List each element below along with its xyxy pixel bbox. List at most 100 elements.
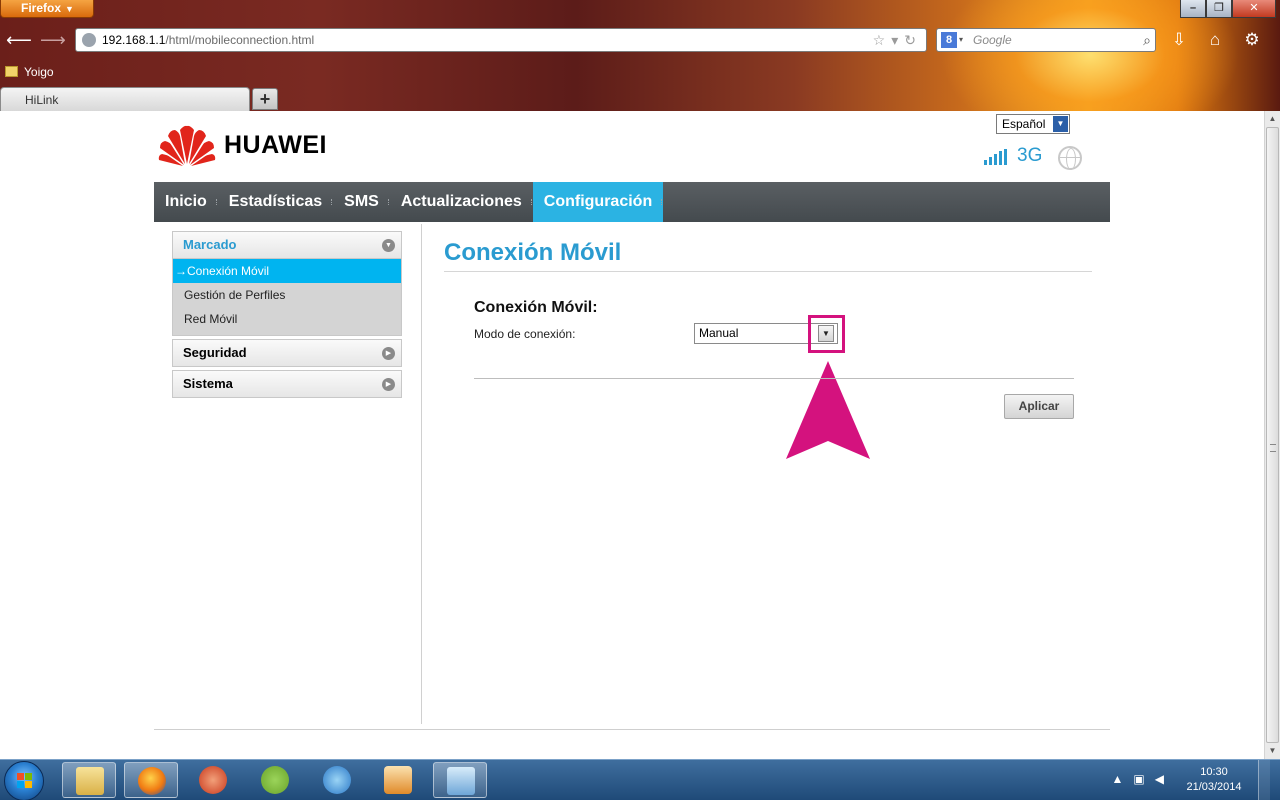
search-input[interactable]: 8 ▾ Google ⌕ [936, 28, 1156, 52]
ccleaner-icon [199, 766, 227, 794]
close-icon[interactable]: ✕ [1232, 0, 1276, 18]
scroll-up-icon[interactable]: ▲ [1265, 111, 1280, 127]
form-divider [474, 378, 1074, 379]
language-select[interactable]: Español ▼ [996, 114, 1070, 134]
page-title: Conexión Móvil [444, 239, 622, 266]
reload-icon[interactable]: ↻ [904, 32, 922, 48]
tray-icons: ▲▣◀ [1112, 772, 1174, 786]
address-bar[interactable]: 192.168.1.1/html/mobileconnection.html ☆… [75, 28, 927, 52]
huawei-petals-icon [158, 125, 216, 166]
clock-date: 21/03/2014 [1186, 781, 1242, 793]
bookmark-yoigo[interactable]: Yoigo [24, 65, 54, 79]
signal-strength-icon [984, 149, 1010, 165]
chevron-up-icon[interactable]: ▲ [1112, 772, 1134, 786]
search-placeholder: Google [973, 33, 1012, 47]
new-tab-button[interactable]: + [252, 88, 278, 110]
forward-icon[interactable]: ⟶ [40, 29, 66, 53]
sidebar-item-conexion-movil[interactable]: →Conexión Móvil [173, 259, 401, 283]
taskbar-ccleaner[interactable] [186, 762, 240, 798]
firefox-icon [138, 767, 166, 795]
sidebar-group-seguridad[interactable]: Seguridad ▶ [172, 339, 402, 367]
chevron-down-icon[interactable]: ▾ [959, 29, 963, 51]
taskbar-spotify[interactable] [248, 762, 302, 798]
search-icon[interactable]: ⌕ [1143, 29, 1151, 51]
taskbar-firefox[interactable] [124, 762, 178, 798]
google-icon[interactable]: 8 [941, 32, 957, 48]
network-icon[interactable]: ▣ [1133, 772, 1154, 786]
scrollbar-thumb[interactable] [1266, 127, 1279, 743]
vertical-scrollbar[interactable]: ▲ ▼ [1264, 111, 1280, 759]
restore-icon[interactable]: ❐ [1206, 0, 1232, 18]
taskbar-explorer[interactable] [62, 762, 116, 798]
control-panel-icon [447, 767, 475, 795]
firefox-menu-button[interactable]: Firefox ▼ [0, 0, 94, 18]
title-divider [444, 271, 1092, 272]
minimize-icon[interactable]: – [1180, 0, 1206, 18]
language-value: Español [1002, 117, 1046, 131]
start-button[interactable] [4, 761, 44, 800]
navigation-toolbar: ⟵ ⟶ 192.168.1.1/html/mobileconnection.ht… [0, 25, 1280, 55]
sidebar-item-red-movil[interactable]: Red Móvil [173, 307, 401, 331]
main-menu: Inicio Estadísticas SMS Actualizaciones … [154, 182, 1110, 222]
column-divider [421, 224, 422, 724]
volume-icon[interactable]: ◀ [1155, 772, 1174, 786]
clock-time: 10:30 [1200, 766, 1228, 778]
spotify-icon [261, 766, 289, 794]
chevron-down-icon: ▼ [65, 4, 74, 14]
sidebar-submenu: →Conexión Móvil Gestión de Perfiles Red … [172, 259, 402, 336]
sidebar-group-label: Sistema [183, 376, 233, 391]
clock[interactable]: 10:30 21/03/2014 [1174, 765, 1254, 795]
chevron-down-icon: ▼ [1053, 116, 1068, 132]
page-content: Español ▼ HUAWEI 3G Inicio Estadísticas … [0, 111, 1264, 759]
sidebar-group-label: Seguridad [183, 345, 247, 360]
tab-title: HiLink [25, 93, 59, 107]
menu-item-inicio[interactable]: Inicio [154, 182, 218, 222]
dropdown-icon[interactable]: ▾ [891, 32, 904, 48]
grip-icon [1270, 444, 1276, 452]
annotation-arrow-icon [786, 361, 870, 459]
tab-hilink[interactable]: HiLink [0, 87, 250, 111]
window-controls: – ❐ ✕ [1180, 0, 1276, 18]
network-type: 3G [1017, 145, 1043, 166]
menu-item-configuracion[interactable]: Configuración [532, 182, 664, 222]
sidebar-group-marcado[interactable]: Marcado ▼ [172, 231, 402, 259]
taskbar-control-panel[interactable] [433, 762, 487, 798]
sidebar-group-sistema[interactable]: Sistema ▶ [172, 370, 402, 398]
connection-mode-label: Modo de conexión: [474, 327, 576, 341]
footer-divider [154, 729, 1110, 730]
firefox-menu-label: Firefox [21, 1, 62, 15]
menu-item-actualizaciones[interactable]: Actualizaciones [390, 182, 533, 222]
url-path: /html/mobileconnection.html [165, 33, 315, 47]
address-bar-icons: ☆▾↻ [873, 29, 922, 51]
media-player-icon [384, 766, 412, 794]
section-title: Conexión Móvil: [474, 299, 598, 316]
chevron-down-icon: ▼ [382, 239, 395, 252]
connection-mode-value: Manual [699, 326, 739, 340]
annotation-highlight-box [808, 315, 845, 353]
browser-chrome: Firefox ▼ – ❐ ✕ ⟵ ⟶ 192.168.1.1/html/mobi… [0, 0, 1280, 111]
globe-icon [1058, 146, 1082, 170]
folder-icon [5, 66, 18, 77]
addon-icon[interactable]: ⚙ [1240, 29, 1264, 53]
show-desktop-button[interactable] [1258, 760, 1270, 800]
scroll-down-icon[interactable]: ▼ [1265, 743, 1280, 759]
bookmark-star-icon[interactable]: ☆ [873, 32, 892, 48]
download-icon[interactable]: ⇩ [1167, 29, 1191, 53]
back-icon[interactable]: ⟵ [6, 29, 32, 53]
windows-logo-icon [17, 773, 33, 789]
taskbar-media-player[interactable] [371, 762, 425, 798]
site-identity-icon[interactable] [82, 33, 96, 47]
sidebar: Marcado ▼ →Conexión Móvil Gestión de Per… [172, 231, 402, 401]
chevron-right-icon: ▶ [382, 378, 395, 391]
brand-name: HUAWEI [224, 130, 327, 159]
sidebar-group-label: Marcado [183, 237, 237, 252]
taskbar-itunes[interactable] [310, 762, 364, 798]
apply-button[interactable]: Aplicar [1004, 394, 1074, 419]
menu-item-sms[interactable]: SMS [333, 182, 390, 222]
menu-item-estadisticas[interactable]: Estadísticas [218, 182, 333, 222]
chevron-right-icon: ▶ [382, 347, 395, 360]
folder-icon [76, 767, 104, 795]
sidebar-item-gestion-perfiles[interactable]: Gestión de Perfiles [173, 283, 401, 307]
huawei-logo: HUAWEI [158, 125, 327, 166]
home-icon[interactable]: ⌂ [1203, 29, 1227, 53]
